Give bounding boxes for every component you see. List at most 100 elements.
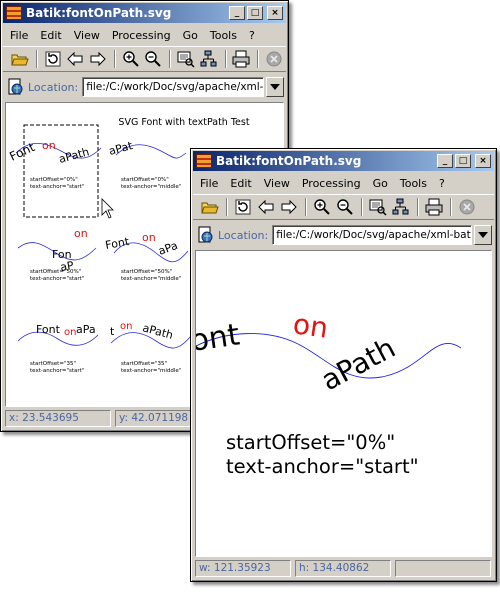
zoom-in-icon xyxy=(314,199,330,215)
status-x: x: 23.543695 xyxy=(5,409,111,427)
reload-button[interactable] xyxy=(42,48,64,70)
maximize-button[interactable]: □ xyxy=(247,6,263,20)
forward-button[interactable] xyxy=(87,48,109,70)
menu-help[interactable]: ? xyxy=(244,29,260,42)
stop-button[interactable] xyxy=(263,48,285,70)
back-button[interactable] xyxy=(255,196,277,218)
menu-edit[interactable]: Edit xyxy=(225,177,256,190)
toolbar xyxy=(3,46,286,72)
selection-rectangle xyxy=(23,124,99,218)
title-bar[interactable]: Batik:fontOnPath.svg _ □ × xyxy=(3,3,286,23)
dom-viewer-icon xyxy=(392,198,409,215)
minimize-button[interactable]: _ xyxy=(229,6,245,20)
dom-viewer-icon xyxy=(200,50,217,67)
window-title: Batik:fontOnPath.svg xyxy=(26,6,172,20)
menu-tools[interactable]: Tools xyxy=(205,29,242,42)
back-icon xyxy=(258,199,274,215)
batik-window-front[interactable]: Batik:fontOnPath.svg _ □ × File Edit Vie… xyxy=(190,148,497,582)
toolbar-separator xyxy=(361,198,363,216)
path-text-on: on xyxy=(291,307,330,345)
toolbar-separator xyxy=(226,198,228,216)
svg-document-zoomed: ont on aPath startOffset="0%" text-ancho… xyxy=(196,307,462,478)
menu-processing[interactable]: Processing xyxy=(107,29,176,42)
toolbar-separator xyxy=(257,50,260,68)
close-button[interactable]: × xyxy=(267,6,283,20)
path-text-on: on xyxy=(142,231,156,244)
cell-offset-label: startOffset="0%" xyxy=(121,177,169,183)
path-text-on: on xyxy=(74,227,88,240)
location-icon xyxy=(198,226,213,243)
zoom-in-icon xyxy=(122,51,139,67)
zoom-in-button[interactable] xyxy=(311,196,333,218)
status-empty xyxy=(395,559,491,577)
location-bar: Location: file:/C:/work/Doc/svg/apache/x… xyxy=(3,74,286,100)
location-icon xyxy=(8,78,23,95)
dropdown-arrow-icon xyxy=(270,84,280,90)
menu-view[interactable]: View xyxy=(259,177,295,190)
menu-processing[interactable]: Processing xyxy=(297,177,366,190)
path-text-font: ont xyxy=(196,317,242,359)
location-input[interactable]: file:/C:/work/Doc/svg/apache/xml-batik/s… xyxy=(272,225,472,245)
status-height: h: 134.40862 xyxy=(295,559,391,577)
open-button[interactable] xyxy=(9,48,31,70)
minimize-button[interactable]: _ xyxy=(437,154,453,168)
menu-tools[interactable]: Tools xyxy=(395,177,432,190)
dom-viewer-button[interactable] xyxy=(198,48,220,70)
back-button[interactable] xyxy=(64,48,86,70)
path-text-apath: aPat xyxy=(107,139,134,158)
path-text-apath: aPath xyxy=(316,331,401,397)
menu-view[interactable]: View xyxy=(69,29,105,42)
location-dropdown-button[interactable] xyxy=(474,225,492,245)
offset-label: startOffset="0%" xyxy=(226,431,395,454)
back-icon xyxy=(67,51,83,67)
stop-icon xyxy=(266,51,282,67)
menu-file[interactable]: File xyxy=(195,177,223,190)
anchor-label: text-anchor="start" xyxy=(226,455,419,478)
cell-anchor-label: text-anchor="start" xyxy=(30,368,84,374)
toolbar-separator xyxy=(450,198,452,216)
view-source-button[interactable] xyxy=(367,196,389,218)
view-source-button[interactable] xyxy=(175,48,197,70)
location-dropdown-button[interactable] xyxy=(266,77,284,97)
menu-edit[interactable]: Edit xyxy=(35,29,66,42)
menu-go[interactable]: Go xyxy=(368,177,393,190)
title-bar[interactable]: Batik:fontOnPath.svg _ □ × xyxy=(193,151,494,171)
zoom-out-button[interactable] xyxy=(143,48,165,70)
reload-icon xyxy=(45,51,61,67)
menu-file[interactable]: File xyxy=(5,29,33,42)
toolbar-separator xyxy=(224,50,227,68)
path-text-font: Font xyxy=(104,235,131,252)
print-button[interactable] xyxy=(423,196,445,218)
print-button[interactable] xyxy=(231,48,253,70)
cell-offset-label: startOffset="50%" xyxy=(121,269,172,275)
cell-anchor-label: text-anchor="start" xyxy=(30,184,84,190)
stop-button[interactable] xyxy=(456,196,478,218)
view-source-icon xyxy=(177,51,195,68)
reload-icon xyxy=(235,199,251,215)
toolbar-separator xyxy=(35,50,38,68)
zoom-in-button[interactable] xyxy=(120,48,142,70)
print-icon xyxy=(425,198,443,216)
mouse-cursor-icon xyxy=(101,198,114,219)
maximize-button[interactable]: □ xyxy=(455,154,471,168)
toolbar-separator xyxy=(417,198,419,216)
svg-canvas[interactable]: ont on aPath startOffset="0%" text-ancho… xyxy=(195,250,492,557)
toolbar-separator xyxy=(169,50,172,68)
cell-offset-label: startOffset="35" xyxy=(121,361,167,367)
zoom-out-button[interactable] xyxy=(334,196,356,218)
path-text-font: t xyxy=(110,325,115,338)
location-input[interactable]: file:/C:/work/Doc/svg/apache/xml-batik/s… xyxy=(82,77,264,97)
forward-button[interactable] xyxy=(278,196,300,218)
open-button[interactable] xyxy=(199,196,221,218)
cell-anchor-label: text-anchor="middle" xyxy=(121,368,181,374)
forward-icon xyxy=(90,51,106,67)
reload-button[interactable] xyxy=(232,196,254,218)
menu-help[interactable]: ? xyxy=(434,177,450,190)
path-text-apath: aPa xyxy=(157,239,180,258)
path-text-on: on xyxy=(42,139,56,152)
menu-go[interactable]: Go xyxy=(178,29,203,42)
close-button[interactable]: × xyxy=(475,154,491,168)
window-title: Batik:fontOnPath.svg xyxy=(216,154,362,168)
location-label: Location: xyxy=(28,80,79,94)
dom-viewer-button[interactable] xyxy=(390,196,412,218)
